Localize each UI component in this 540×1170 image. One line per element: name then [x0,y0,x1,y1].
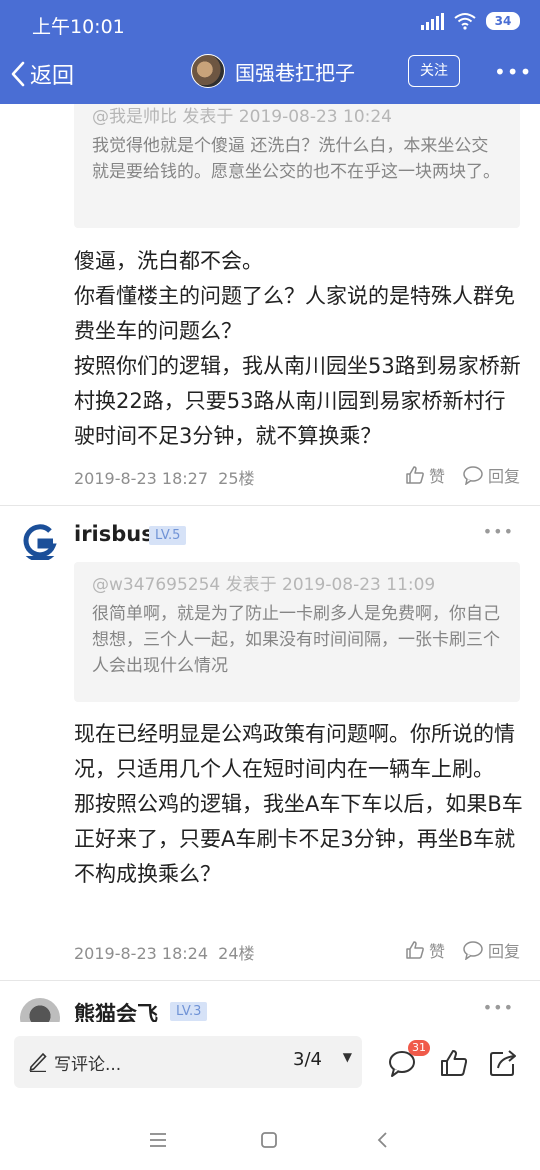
like-label: 赞 [428,942,445,961]
post-date-floor: 2019-8-23 18:24 24楼 [74,940,255,964]
back-button[interactable]: 返回 [10,58,74,90]
post-paragraph: 傻逼，洗白都不会。 [74,249,263,273]
divider [0,980,540,981]
comment-input[interactable]: 写评论... 3/4 ▼ [14,1036,362,1088]
top-nav-bar: 返回 国强巷扛把子 关注 ••• [0,46,540,104]
follow-button[interactable]: 关注 [408,55,460,87]
battery-icon: 34 [486,12,520,30]
comment-icon [463,941,483,960]
home-icon[interactable] [260,1131,278,1149]
quote-text: 很简单啊，就是为了防止一卡刷多人是免费啊，你自己想想，三个人一起，如果没有时间间… [92,604,500,676]
post-meta: 2019-8-23 18:24 24楼 赞 回复 [74,938,520,966]
caret-down-icon[interactable]: ▼ [343,1050,352,1064]
pencil-icon [29,1052,47,1072]
quoted-reply: @w347695254 发表于 2019-08-23 11:09 很简单啊，就是… [74,562,520,702]
quote-text: 我觉得他就是个傻逼 还洗白？洗什么白，本来坐公交就是要给钱的。愿意坐公交的也不在… [92,136,500,182]
status-icons: 34 [421,12,520,30]
reply-label: 回复 [487,942,520,961]
post-paragraph: 按照你们的逻辑，我从南川园坐53路到易家桥新村换22路，只要53路从南川园到易家… [74,354,521,448]
wifi-icon [454,13,476,30]
status-bar: 上午10:01 34 [0,0,540,46]
post-date: 2019-8-23 18:24 [74,944,208,963]
post-paragraph: 那按照公鸡的逻辑，我坐A车下车以后，如果B车正好来了，只要A车刷卡不足3分钟，再… [74,792,523,886]
post-meta: 2019-8-23 18:27 25楼 赞 回复 [74,463,520,491]
thumbs-up-icon[interactable] [439,1048,469,1078]
signal-icon [421,12,444,30]
divider [0,505,540,506]
post-date-floor: 2019-8-23 18:27 25楼 [74,465,255,489]
post-more-icon[interactable]: ••• [483,522,514,541]
post-author-row: 熊猫会飞 LV.3 ••• [20,998,520,1022]
post-body: 现在已经明显是公鸡政策有问题啊。你所说的情况，只适用几个人在短时间内在一辆车上刷… [74,717,524,892]
level-badge: LV.5 [149,526,187,545]
author-avatar [191,54,225,88]
like-label: 赞 [428,467,445,486]
back-label: 返回 [30,64,75,89]
more-options-icon[interactable]: ••• [494,60,532,84]
page-indicator[interactable]: 3/4 [293,1049,322,1070]
level-badge: LV.3 [170,1002,208,1021]
quote-header: @我是帅比 发表于 2019-08-23 10:24 [92,107,392,127]
user-avatar[interactable] [20,998,60,1022]
post-body: 傻逼，洗白都不会。 你看懂楼主的问题了么？人家说的是特殊人群免费坐车的问题么？ … [74,244,524,454]
post-more-icon[interactable]: ••• [483,998,514,1017]
chevron-left-icon [11,61,25,87]
post-floor: 25楼 [218,469,255,488]
quote-header: @w347695254 发表于 2019-08-23 11:09 [92,575,436,595]
post-paragraph: 现在已经明显是公鸡政策有问题啊。你所说的情况，只适用几个人在短时间内在一辆车上刷… [74,722,515,781]
username[interactable]: irisbus [74,522,154,546]
username[interactable]: 熊猫会飞 [74,998,158,1022]
like-button[interactable]: 赞 [405,463,445,487]
system-nav-bar [0,1112,540,1170]
share-icon[interactable] [488,1048,518,1078]
quoted-reply: @我是帅比 发表于 2019-08-23 10:24 我觉得他就是个傻逼 还洗白… [74,104,520,228]
reply-button[interactable]: 回复 [462,938,520,962]
user-avatar[interactable] [20,522,60,562]
reply-label: 回复 [487,467,520,486]
thumbs-up-icon [406,466,424,484]
comment-placeholder: 写评论... [54,1055,122,1075]
reply-button[interactable]: 回复 [462,463,520,487]
comment-count-badge: 31 [408,1040,430,1056]
comment-icon [463,466,483,485]
status-time: 上午10:01 [32,16,125,38]
back-nav-icon[interactable] [376,1131,388,1149]
menu-icon[interactable] [149,1132,167,1148]
thread-author[interactable]: 国强巷扛把子 [191,54,355,88]
post-paragraph: 你看懂楼主的问题了么？人家说的是特殊人群免费坐车的问题么？ [74,284,515,343]
thread-content[interactable]: @我是帅比 发表于 2019-08-23 10:24 我觉得他就是个傻逼 还洗白… [0,104,540,1022]
post-floor: 24楼 [218,944,255,963]
comment-bar: 写评论... 3/4 ▼ 31 [0,1022,540,1112]
post-date: 2019-8-23 18:27 [74,469,208,488]
like-button[interactable]: 赞 [405,938,445,962]
thumbs-up-icon [406,941,424,959]
page-title: 国强巷扛把子 [235,60,355,85]
